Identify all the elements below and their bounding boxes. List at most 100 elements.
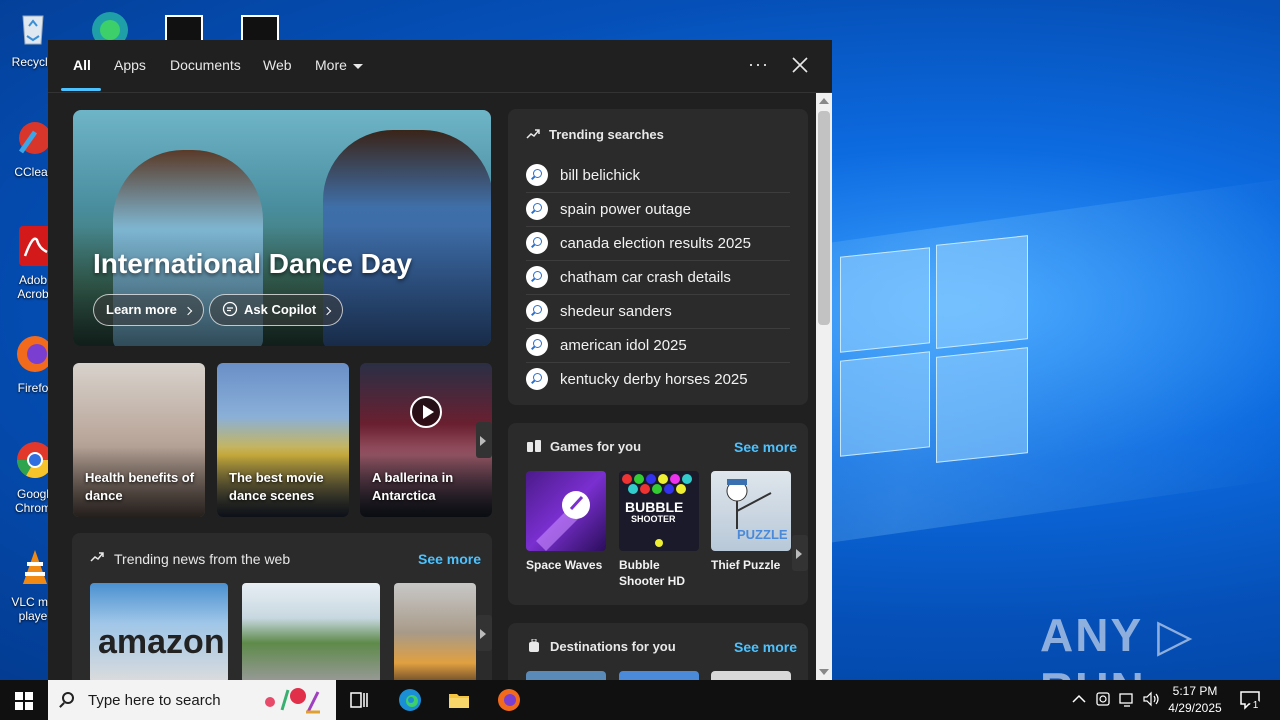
trending-search-item[interactable]: bill belichick <box>526 159 790 193</box>
game-name: Bubble Shooter HD <box>619 558 685 588</box>
card-caption: A ballerina in Antarctica <box>372 470 454 503</box>
game-thief-puzzle[interactable]: PUZZLE Thief Puzzle <box>711 471 791 573</box>
firefox-taskbar-icon[interactable] <box>497 688 521 712</box>
vertical-scrollbar[interactable] <box>816 93 832 680</box>
games-next-arrow-icon[interactable] <box>792 535 808 571</box>
search-panel: All Apps Documents Web More ··· Internat… <box>48 40 832 680</box>
scroll-up-arrow-icon[interactable] <box>819 98 829 104</box>
trending-search-item[interactable]: american idol 2025 <box>526 329 790 363</box>
windows-start-icon[interactable] <box>15 692 33 710</box>
trending-searches-section: Trending searches bill belichick spain p… <box>508 109 808 405</box>
scroll-down-arrow-icon[interactable] <box>819 669 829 675</box>
notification-count-badge: 1 <box>1250 700 1261 711</box>
app-b-desktop-icon[interactable] <box>164 8 204 44</box>
trending-news-title: Trending news from the web <box>114 551 291 567</box>
card-ballerina-in-antarctica[interactable]: A ballerina in Antarctica <box>360 363 492 517</box>
ccleaner-icon <box>18 122 51 154</box>
learn-more-button[interactable]: Learn more <box>93 294 204 326</box>
file-explorer-icon[interactable] <box>447 688 471 712</box>
thief-puzzle-art: PUZZLE <box>711 471 791 551</box>
clock-time: 5:17 PM <box>1172 684 1218 698</box>
games-icon <box>527 440 541 452</box>
destinations-see-more-link[interactable]: See more <box>734 639 797 655</box>
cards-next-arrow-icon[interactable] <box>476 422 492 458</box>
news-thumb-crash-scene[interactable] <box>242 583 380 680</box>
news-thumb-food[interactable] <box>394 583 476 680</box>
tab-more[interactable]: More <box>315 57 363 73</box>
ask-copilot-button[interactable]: Ask Copilot <box>209 294 344 326</box>
clock-date: 4/29/2025 <box>1168 701 1222 715</box>
recycle-bin-icon <box>22 15 44 45</box>
search-icon <box>62 692 74 704</box>
hero-gradient <box>73 226 491 346</box>
edge-taskbar-icon[interactable] <box>398 688 422 712</box>
destination-thumb[interactable] <box>526 671 606 680</box>
tab-apps[interactable]: Apps <box>114 57 146 73</box>
task-view-icon[interactable] <box>348 688 372 712</box>
shooter-logo-text: SHOOTER <box>631 514 676 524</box>
destinations-section: Destinations for you See more <box>508 623 808 680</box>
search-icon <box>526 368 548 390</box>
tab-documents[interactable]: Documents <box>170 57 241 73</box>
trending-news-see-more-link[interactable]: See more <box>418 551 481 567</box>
games-section: Games for you See more Space Waves BUBBL… <box>508 423 808 605</box>
trending-search-item[interactable]: chatham car crash details <box>526 261 790 295</box>
trending-search-text: bill belichick <box>560 167 641 184</box>
puzzle-logo-text: PUZZLE <box>737 527 788 542</box>
tab-all[interactable]: All <box>73 57 91 73</box>
windows-logo-wallpaper <box>840 230 1030 480</box>
edge-desktop-icon[interactable] <box>88 8 128 44</box>
more-options-button[interactable]: ··· <box>748 54 769 75</box>
games-title: Games for you <box>550 439 642 454</box>
chrome-icon <box>16 442 54 479</box>
scrollbar-thumb[interactable] <box>818 111 830 325</box>
search-icon <box>526 232 548 254</box>
hero-card-international-dance-day[interactable]: International Dance Day Learn more Ask C… <box>73 110 491 346</box>
taskbar-search-box[interactable]: Type here to search <box>48 680 336 720</box>
game-name: Thief Puzzle <box>711 558 781 572</box>
trending-search-item[interactable]: kentucky derby horses 2025 <box>526 363 790 397</box>
chevron-up-icon[interactable] <box>1070 690 1088 708</box>
network-icon[interactable] <box>1118 690 1136 708</box>
trending-search-text: shedeur sanders <box>560 303 672 320</box>
tab-web[interactable]: Web <box>263 57 292 73</box>
rocket-icon <box>536 491 590 551</box>
trending-arrow-icon <box>526 129 540 139</box>
search-icon <box>526 266 548 288</box>
trending-search-item[interactable]: spain power outage <box>526 193 790 227</box>
card-best-movie-dance-scenes[interactable]: The best movie dance scenes <box>217 363 349 517</box>
destination-thumb[interactable] <box>711 671 791 680</box>
trending-arrow-icon <box>90 552 104 562</box>
ask-copilot-label: Ask Copilot <box>244 302 317 317</box>
chat-bubble-icon <box>222 301 238 317</box>
chevron-right-icon <box>183 306 193 315</box>
games-see-more-link[interactable]: See more <box>734 439 797 455</box>
taskbar: Type here to search 5:17 PM 4/29/2025 1 <box>0 680 1280 720</box>
bubble-shooter-art: BUBBLE SHOOTER <box>619 471 699 551</box>
game-space-waves[interactable]: Space Waves <box>526 471 606 573</box>
search-icon <box>526 198 548 220</box>
news-next-arrow-icon[interactable] <box>476 615 492 651</box>
game-bubble-shooter-hd[interactable]: BUBBLE SHOOTER Bubble Shooter HD <box>619 471 699 589</box>
amazon-logo-text: amazon <box>98 623 225 661</box>
trending-search-item[interactable]: shedeur sanders <box>526 295 790 329</box>
close-icon[interactable] <box>788 53 812 77</box>
card-health-benefits-of-dance[interactable]: Health benefits of dance <box>73 363 205 517</box>
news-thumb-amazon[interactable]: amazon <box>90 583 228 680</box>
system-clock[interactable]: 5:17 PM 4/29/2025 <box>1160 683 1230 717</box>
taskbar-search-placeholder: Type here to search <box>88 692 221 709</box>
trending-search-item[interactable]: canada election results 2025 <box>526 227 790 261</box>
play-icon[interactable] <box>410 396 442 428</box>
app-b2-desktop-icon[interactable] <box>240 8 280 44</box>
trending-news-section: Trending news from the web See more amaz… <box>72 533 492 680</box>
game-name: Space Waves <box>526 558 603 572</box>
meet-now-icon[interactable] <box>1094 690 1112 708</box>
trending-search-text: kentucky derby horses 2025 <box>560 371 748 388</box>
active-tab-indicator <box>61 88 101 91</box>
search-icon <box>526 164 548 186</box>
luggage-icon <box>529 639 539 652</box>
destination-thumb[interactable] <box>619 671 699 680</box>
volume-icon[interactable] <box>1142 690 1160 708</box>
search-icon <box>526 300 548 322</box>
acrobat-icon <box>19 226 53 266</box>
